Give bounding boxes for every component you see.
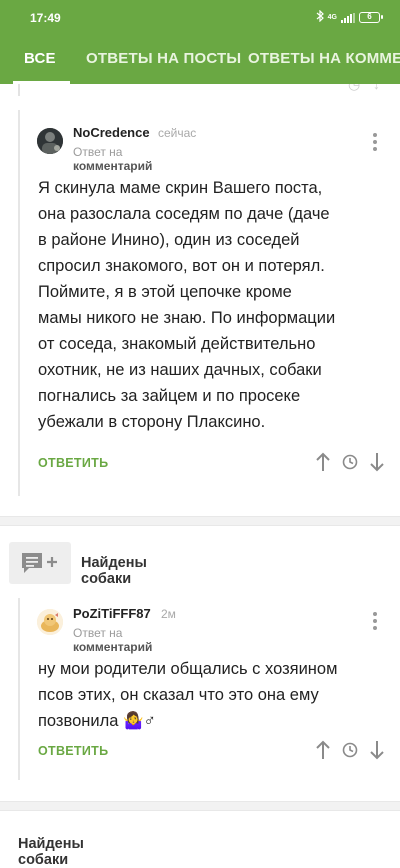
reply-button[interactable]: ОТВЕТИТЬ [38,456,108,470]
tab-all[interactable]: ВСЕ [24,34,56,84]
user-avatar[interactable] [37,128,63,154]
comment-text: ну мои родители общались с хозяином псов… [38,660,338,730]
post-title[interactable]: Найдены собаки [18,836,84,868]
battery-icon: 6 [359,12,383,23]
comment-time: 2м [161,607,176,621]
more-options-icon[interactable] [372,133,378,153]
reply-to-link[interactable]: комментарий [73,159,152,173]
comment-add-icon [9,542,71,584]
reply-to-link[interactable]: комментарий [73,640,152,654]
arrow-down-icon: ↓ [373,84,380,92]
user-avatar[interactable] [37,609,63,635]
thread-line [18,84,20,96]
post-title[interactable]: Найдены собаки [81,555,147,587]
comment-username[interactable]: PoZiTiFFF87 [73,606,151,621]
separator [0,516,400,526]
downvote-icon[interactable] [369,452,385,477]
reply-button[interactable]: ОТВЕТИТЬ [38,744,108,758]
tab-post-replies[interactable]: ОТВЕТЫ НА ПОСТЫ [86,34,241,84]
upvote-icon[interactable] [315,740,331,765]
previous-comment-fragment: ◷ ↓ [0,84,400,96]
reply-to-label: Ответ на комментарий [73,145,153,173]
clock-icon: ◷ [348,84,361,92]
comment-time: сейчас [158,126,197,140]
clock-icon[interactable] [342,742,358,763]
upvote-icon[interactable] [315,452,331,477]
bluetooth-icon [316,9,324,25]
downvote-icon[interactable] [369,740,385,765]
thread-line [18,598,20,780]
comment-text: Я скинула маме скрин Вашего поста, она р… [38,179,336,431]
thread-line [18,110,20,496]
more-options-icon[interactable] [372,612,378,632]
tab-bar: ВСЕ ОТВЕТЫ НА ПОСТЫ ОТВЕТЫ НА КОММЕ [0,34,400,84]
clock-icon[interactable] [342,454,358,475]
network-type: 4G [327,14,337,21]
tab-comment-replies[interactable]: ОТВЕТЫ НА КОММЕ [248,34,400,84]
separator [0,801,400,811]
status-time: 17:49 [30,11,61,25]
reply-to-label: Ответ на комментарий [73,626,153,654]
status-icons: 4G 6 [316,9,383,25]
comment-username[interactable]: NoCredence [73,125,150,140]
status-bar: 17:49 4G 6 [0,0,400,34]
signal-icon [341,12,355,23]
